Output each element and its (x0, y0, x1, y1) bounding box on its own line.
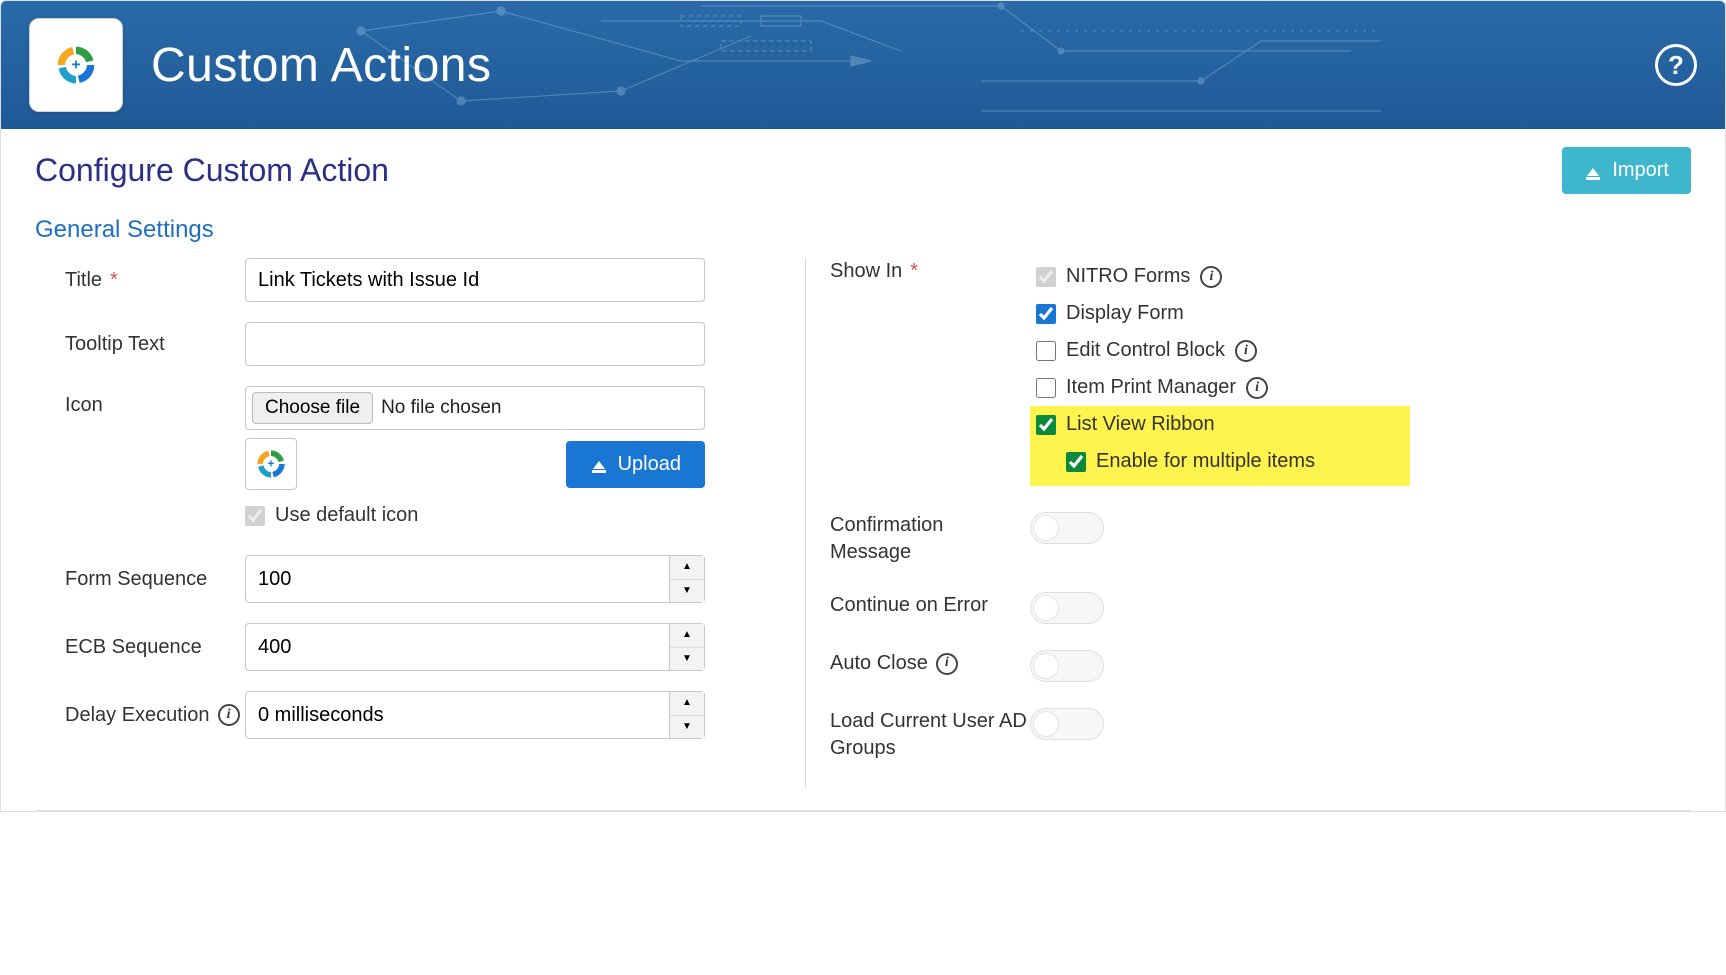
ecb-sequence-down[interactable]: ▼ (670, 648, 704, 671)
title-label: Title* (35, 269, 245, 292)
upload-icon (1584, 162, 1602, 180)
bottom-divider (35, 810, 1691, 811)
ecb-sequence-up[interactable]: ▲ (670, 624, 704, 648)
item-print-manager-label: Item Print Manager (1066, 376, 1236, 399)
form-sequence-input[interactable] (245, 555, 669, 603)
info-icon[interactable]: i (1235, 340, 1257, 362)
svg-text:+: + (268, 458, 275, 470)
info-icon[interactable]: i (1200, 266, 1222, 288)
delay-execution-down[interactable]: ▼ (670, 716, 704, 739)
edit-control-block-label: Edit Control Block (1066, 339, 1225, 362)
delay-execution-input[interactable] (245, 691, 669, 739)
auto-close-toggle[interactable] (1030, 650, 1104, 682)
continue-on-error-label: Continue on Error (830, 592, 1030, 619)
edit-control-block-checkbox[interactable] (1036, 341, 1056, 361)
form-sequence-up[interactable]: ▲ (670, 556, 704, 580)
choose-file-button[interactable]: Choose file (252, 392, 373, 424)
confirmation-message-label: Confirmation Message (830, 512, 1030, 566)
nitro-forms-label: NITRO Forms (1066, 265, 1190, 288)
ecb-sequence-input[interactable] (245, 623, 669, 671)
header-bar: + Custom Actions ? (1, 1, 1725, 129)
display-form-label: Display Form (1066, 302, 1184, 325)
display-form-checkbox[interactable] (1036, 304, 1056, 324)
right-column: Show In* NITRO Forms i Display Form (826, 258, 1691, 788)
info-icon[interactable]: i (1246, 377, 1268, 399)
enable-multiple-items-label: Enable for multiple items (1096, 450, 1315, 473)
file-status-text: No file chosen (381, 397, 501, 419)
upload-icon (590, 455, 608, 473)
icon-preview: + (245, 438, 297, 490)
nitro-logo-icon: + (53, 42, 99, 88)
show-in-label: Show In* (830, 258, 1030, 285)
item-print-manager-checkbox[interactable] (1036, 378, 1056, 398)
info-icon[interactable]: i (218, 704, 240, 726)
column-divider (805, 258, 806, 788)
tooltip-label: Tooltip Text (35, 333, 245, 356)
use-default-icon-label: Use default icon (275, 504, 418, 527)
enable-multiple-items-checkbox[interactable] (1066, 452, 1086, 472)
ecb-sequence-label: ECB Sequence (35, 636, 245, 659)
load-ad-groups-label: Load Current User AD Groups (830, 708, 1030, 762)
left-column: Title* Tooltip Text Icon (35, 258, 785, 788)
nitro-logo-icon: + (254, 447, 288, 481)
form-sequence-label: Form Sequence (35, 568, 245, 591)
content-area: Configure Custom Action Import General S… (1, 129, 1725, 811)
tooltip-input[interactable] (245, 322, 705, 366)
title-input[interactable] (245, 258, 705, 302)
file-input-wrapper[interactable]: Choose file No file chosen (245, 386, 705, 430)
list-view-ribbon-label: List View Ribbon (1066, 413, 1215, 436)
app-logo: + (29, 18, 123, 112)
app-window: + Custom Actions ? Configure Custom Acti… (0, 0, 1726, 812)
load-ad-groups-toggle[interactable] (1030, 708, 1104, 740)
svg-text:+: + (71, 57, 80, 74)
confirmation-message-toggle[interactable] (1030, 512, 1104, 544)
page-title: Configure Custom Action (35, 152, 389, 189)
upload-button[interactable]: Upload (566, 441, 705, 488)
section-general-settings: General Settings (35, 216, 1691, 244)
nitro-forms-checkbox[interactable] (1036, 267, 1056, 287)
info-icon[interactable]: i (936, 653, 958, 675)
form-sequence-down[interactable]: ▼ (670, 580, 704, 603)
continue-on-error-toggle[interactable] (1030, 592, 1104, 624)
import-button[interactable]: Import (1562, 147, 1691, 194)
use-default-icon-checkbox[interactable] (245, 506, 265, 526)
help-icon[interactable]: ? (1655, 44, 1697, 86)
header-title: Custom Actions (151, 38, 491, 93)
auto-close-label: Auto Close i (830, 650, 1030, 677)
icon-label: Icon (35, 386, 245, 417)
list-view-ribbon-checkbox[interactable] (1036, 415, 1056, 435)
delay-execution-label: Delay Execution i (35, 704, 245, 727)
delay-execution-up[interactable]: ▲ (670, 692, 704, 716)
